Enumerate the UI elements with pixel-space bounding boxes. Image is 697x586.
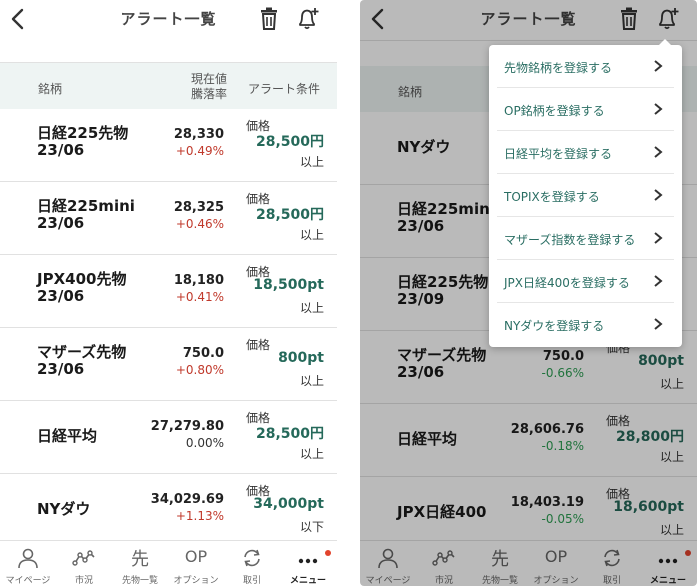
instrument-name: マザーズ先物 23/06 [37, 343, 127, 378]
page-title: アラート一覧 [120, 10, 217, 28]
chevron-right-icon [654, 60, 663, 72]
refresh-cycle-icon [244, 549, 260, 567]
more-dots-icon [298, 558, 318, 564]
condition-direction: 以上 [299, 301, 324, 315]
bell-add-icon[interactable] [296, 6, 320, 32]
tab-futures-list[interactable]: 先 先物一覧 [112, 541, 168, 586]
market-line-icon [72, 550, 95, 566]
alert-row[interactable]: JPX400先物 23/06 18,180 +0.41% 価格 18,500pt … [0, 255, 337, 328]
current-price: 750.0 [182, 346, 224, 361]
condition-direction: 以下 [299, 520, 324, 534]
condition-direction: 以上 [299, 155, 324, 169]
saki-glyph: 先 [131, 549, 149, 570]
alert-row[interactable]: 日経平均 27,279.80 0.00% 価格 28,500円 以上 [0, 401, 337, 474]
target-value: 28,500円 [255, 134, 324, 150]
chevron-right-icon [654, 318, 663, 330]
change-rate: +0.41% [175, 290, 224, 304]
alert-row[interactable]: 日経225mini 23/06 28,325 +0.46% 価格 28,500円 … [0, 182, 337, 255]
tab-mypage[interactable]: マイページ [0, 541, 56, 586]
target-value: 28,500円 [255, 207, 324, 223]
tab-trade[interactable]: 取引 [224, 541, 280, 586]
current-price: 28,325 [173, 200, 224, 215]
menu-item-option[interactable]: OP銘柄を登録する [489, 88, 682, 131]
add-alert-menu: 先物銘柄を登録する OP銘柄を登録する 日経平均を登録する TOPIXを登録する… [489, 39, 682, 347]
menu-item-ny-dow[interactable]: NYダウを登録する [489, 303, 682, 346]
chevron-right-icon [654, 189, 663, 201]
target-value: 34,000pt [253, 496, 324, 512]
chevron-right-icon [654, 275, 663, 287]
target-value: 800pt [278, 350, 324, 366]
alert-row[interactable]: 日経225先物 23/06 28,330 +0.49% 価格 28,500円 以上 [0, 109, 337, 182]
notification-badge [325, 550, 331, 556]
alert-list-screen: アラート一覧 銘柄 現在値 騰落率 アラート条件 日経225先物 23/06 28… [0, 0, 337, 586]
tab-market[interactable]: 市況 [56, 541, 112, 586]
chevron-right-icon [654, 146, 663, 158]
menu-item-jpx-nikkei-400[interactable]: JPX日経400を登録する [489, 260, 682, 303]
current-price: 27,279.80 [150, 419, 224, 434]
alert-list: 日経225先物 23/06 28,330 +0.49% 価格 28,500円 以上… [0, 109, 337, 547]
current-price: 18,180 [173, 273, 224, 288]
menu-item-mothers-index[interactable]: マザーズ指数を登録する [489, 217, 682, 260]
column-name: 銘柄 [38, 82, 63, 96]
change-rate: 0.00% [185, 436, 224, 450]
instrument-name: JPX400先物 23/06 [37, 270, 127, 305]
alert-list-screen-menu-open: アラート一覧 銘柄 NYダウ 日経225mini 23/06 日経225先物 23/… [360, 0, 697, 586]
column-condition: アラート条件 [248, 82, 321, 96]
op-glyph: OP [184, 547, 208, 566]
instrument-name: NYダウ [37, 500, 91, 518]
alert-row[interactable]: マザーズ先物 23/06 750.0 +0.80% 価格 800pt 以上 [0, 328, 337, 401]
chevron-right-icon [654, 103, 663, 115]
app-header: アラート一覧 [0, 0, 337, 38]
bottom-tab-bar: マイページ 市況 先 先物一覧 OP オプション 取引 メニュー [0, 540, 337, 586]
current-price: 28,330 [173, 127, 224, 142]
column-header: 銘柄 現在値 騰落率 アラート条件 [0, 63, 337, 109]
change-rate: +0.49% [175, 144, 224, 158]
menu-item-nikkei-average[interactable]: 日経平均を登録する [489, 131, 682, 174]
menu-item-topix[interactable]: TOPIXを登録する [489, 174, 682, 217]
change-rate: +1.13% [175, 509, 224, 523]
menu-item-futures[interactable]: 先物銘柄を登録する [489, 45, 682, 88]
chevron-right-icon [654, 232, 663, 244]
change-rate: +0.46% [175, 217, 224, 231]
change-rate: +0.80% [175, 363, 224, 377]
tab-menu[interactable]: メニュー [280, 541, 336, 586]
current-price: 34,029.69 [150, 492, 224, 507]
instrument-name: 日経225先物 23/06 [37, 124, 129, 159]
target-value: 18,500pt [253, 277, 324, 293]
alert-row[interactable]: NYダウ 34,029.69 +1.13% 価格 34,000pt 以下 [0, 474, 337, 547]
target-value: 28,500円 [255, 426, 324, 442]
trash-icon[interactable] [258, 7, 280, 31]
condition-direction: 以上 [299, 447, 324, 461]
column-price: 現在値 騰落率 [190, 72, 227, 101]
condition-direction: 以上 [299, 374, 324, 388]
person-icon [18, 548, 38, 569]
instrument-name: 日経平均 [37, 427, 98, 445]
tab-option[interactable]: OP オプション [168, 541, 224, 586]
condition-direction: 以上 [299, 228, 324, 242]
